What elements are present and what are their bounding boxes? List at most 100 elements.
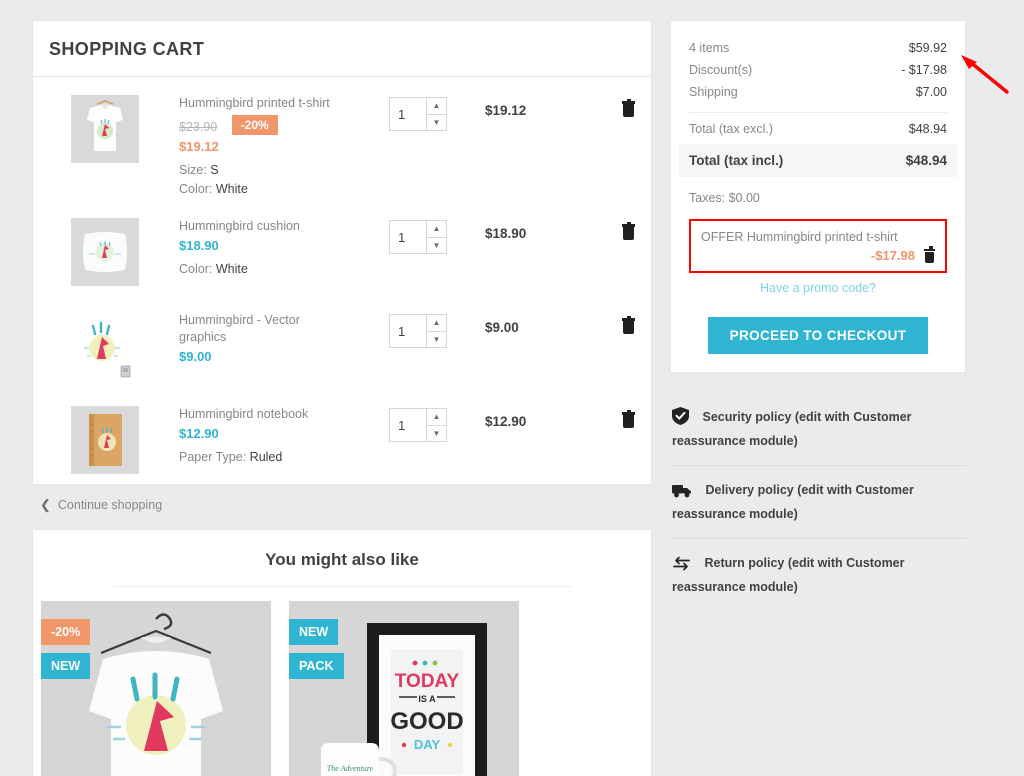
voucher-value-row: -$17.98 xyxy=(701,246,935,263)
line-total: $12.90 xyxy=(485,414,527,430)
attr-value: White xyxy=(215,262,248,276)
product-flags: -20% NEW xyxy=(41,619,91,687)
divider xyxy=(113,586,571,588)
product-info: Hummingbird cushion $18.90 Color: White xyxy=(179,218,389,278)
cart-items-list: Hummingbird printed t-shirt $23.90 -20% … xyxy=(33,77,651,484)
line-total: $9.00 xyxy=(485,320,519,336)
crossell-item-poster[interactable]: NEW PACK TODAY IS A GOOD DAY The Adventu… xyxy=(289,601,519,776)
product-name[interactable]: Hummingbird - Vector graphics xyxy=(179,312,329,346)
discount-badge: -20% xyxy=(231,114,278,135)
crossell-grid: -20% NEW NEW PACK TODAY IS A GOOD DAY Th… xyxy=(33,601,651,776)
voucher-name: OFFER Hummingbird printed t-shirt xyxy=(701,230,898,244)
continue-shopping-link[interactable]: ❮ Continue shopping xyxy=(32,497,652,513)
product-attribute-color: Color: White xyxy=(179,260,383,278)
applied-voucher-box: OFFER Hummingbird printed t-shirt -$17.9… xyxy=(689,219,947,273)
flag-pack: PACK xyxy=(289,653,344,680)
reassurance-text: Security policy (edit with Customer reas… xyxy=(672,410,912,448)
flag-new: NEW xyxy=(289,619,339,646)
remove-cell xyxy=(595,312,635,339)
cart-header: SHOPPING CART xyxy=(33,21,651,77)
vector-graphics-thumbnail[interactable] xyxy=(71,312,139,380)
shield-check-icon xyxy=(672,407,689,431)
tshirt-thumbnail[interactable] xyxy=(71,95,139,163)
quantity-stepper[interactable]: ▲ ▼ xyxy=(389,220,447,255)
delete-icon[interactable] xyxy=(622,98,635,117)
svg-text:IS A: IS A xyxy=(418,694,436,704)
svg-text:TODAY: TODAY xyxy=(395,671,460,692)
quantity-stepper[interactable]: ▲ ▼ xyxy=(389,97,447,131)
promo-code-link[interactable]: Have a promo code? xyxy=(689,281,947,295)
quantity-increase-button[interactable]: ▲ xyxy=(427,409,446,426)
reassurance-text: Delivery policy (edit with Customer reas… xyxy=(672,483,914,521)
checkout-area: Proceed to checkout xyxy=(689,317,947,354)
attr-label: Paper Type: xyxy=(179,450,247,464)
product-flags: NEW PACK xyxy=(289,619,344,687)
remove-cell xyxy=(595,218,635,245)
attr-value: S xyxy=(210,162,219,177)
product-attribute-paper-type: Paper Type: Ruled xyxy=(179,448,383,466)
truck-icon xyxy=(672,482,692,504)
remove-voucher-icon[interactable] xyxy=(924,246,935,263)
quantity-cell: ▲ ▼ xyxy=(389,218,485,255)
product-attribute-color: Color: White xyxy=(179,180,383,198)
quantity-increase-button[interactable]: ▲ xyxy=(427,98,446,115)
discounted-price: $19.12 xyxy=(179,138,219,154)
voucher-value: -$17.98 xyxy=(870,248,915,263)
table-row: Hummingbird - Vector graphics $9.00 ▲ ▼ … xyxy=(49,296,635,390)
summary-row-discount: Discount(s) - $17.98 xyxy=(689,59,947,81)
total-incl-label: Total (tax incl.) xyxy=(689,153,784,168)
cushion-thumbnail[interactable] xyxy=(71,218,139,287)
divider xyxy=(689,112,947,113)
reassurance-item-delivery: Delivery policy (edit with Customer reas… xyxy=(670,465,966,538)
quantity-stepper[interactable]: ▲ ▼ xyxy=(389,408,447,443)
product-price: $18.90 xyxy=(179,238,219,253)
order-summary: 4 items $59.92 Discount(s) - $17.98 Ship… xyxy=(671,21,965,372)
crossell-item-tshirt[interactable]: -20% NEW xyxy=(41,601,271,776)
summary-row-total-incl: Total (tax incl.) $48.94 xyxy=(679,144,957,177)
quantity-spinners: ▲ ▼ xyxy=(426,98,446,130)
quantity-decrease-button[interactable]: ▼ xyxy=(427,115,446,131)
table-row: Hummingbird notebook $12.90 Paper Type: … xyxy=(49,390,635,484)
items-value: $59.92 xyxy=(908,41,947,55)
order-summary-card: 4 items $59.92 Discount(s) - $17.98 Ship… xyxy=(670,20,966,373)
product-name[interactable]: Hummingbird cushion xyxy=(179,218,383,235)
delete-icon[interactable] xyxy=(622,221,635,241)
table-row: Hummingbird printed t-shirt $23.90 -20% … xyxy=(49,77,635,202)
cart-column: SHOPPING CART Hummingbird printed t-shir… xyxy=(32,20,652,776)
product-info: Hummingbird printed t-shirt $23.90 -20% … xyxy=(179,95,389,198)
regular-price: $23.90 xyxy=(179,119,218,134)
product-thumbnail-cell xyxy=(49,218,179,287)
proceed-to-checkout-button[interactable]: Proceed to checkout xyxy=(707,317,929,354)
notebook-thumbnail[interactable] xyxy=(71,406,139,475)
tshirt-image xyxy=(71,95,139,163)
attr-value: Ruled xyxy=(249,450,283,464)
product-price: $12.90 xyxy=(179,426,219,441)
remove-cell xyxy=(595,95,635,122)
quantity-decrease-button[interactable]: ▼ xyxy=(427,332,446,348)
annotation-arrow xyxy=(961,55,1009,94)
quantity-stepper[interactable]: ▲ ▼ xyxy=(389,314,447,349)
product-name[interactable]: Hummingbird notebook xyxy=(179,406,383,423)
quantity-increase-button[interactable]: ▲ xyxy=(427,315,446,332)
delete-icon[interactable] xyxy=(622,315,635,335)
product-thumbnail-cell xyxy=(49,312,179,380)
quantity-input[interactable] xyxy=(390,98,426,130)
quantity-cell: ▲ ▼ xyxy=(389,312,485,349)
shipping-value: $7.00 xyxy=(915,85,947,99)
product-thumbnail-cell xyxy=(49,406,179,475)
exchange-icon xyxy=(672,556,691,577)
quantity-spinners: ▲ ▼ xyxy=(426,409,446,442)
summary-row-total-excl: Total (tax excl.) $48.94 xyxy=(689,122,947,144)
quantity-input[interactable] xyxy=(390,221,426,254)
reassurance-item-return: Return policy (edit with Customer reassu… xyxy=(670,538,966,611)
shopping-cart-page: SHOPPING CART Hummingbird printed t-shir… xyxy=(0,0,1024,776)
quantity-decrease-button[interactable]: ▼ xyxy=(427,426,446,442)
quantity-input[interactable] xyxy=(390,409,426,442)
delete-icon[interactable] xyxy=(622,409,635,429)
quantity-input[interactable] xyxy=(390,315,426,348)
quantity-decrease-button[interactable]: ▼ xyxy=(427,238,446,254)
flag-new: NEW xyxy=(41,653,91,680)
product-name[interactable]: Hummingbird printed t-shirt xyxy=(179,95,383,112)
quantity-increase-button[interactable]: ▲ xyxy=(427,221,446,238)
svg-text:DAY: DAY xyxy=(414,737,441,752)
